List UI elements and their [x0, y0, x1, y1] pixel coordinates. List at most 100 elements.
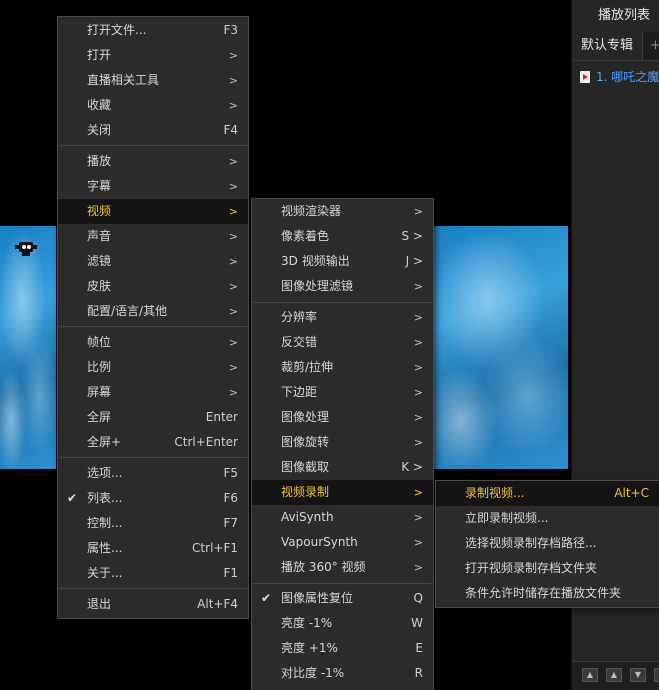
up-arrow-icon[interactable]: ▲	[606, 668, 622, 682]
video-menu-item-14[interactable]: 播放 360° 视频 >	[252, 555, 433, 580]
video-menu-item-11[interactable]: 视频录制 >	[252, 480, 433, 505]
checkmark-icon: ✔	[67, 491, 78, 505]
main-menu-item-11[interactable]: 配置/语言/其他 >	[58, 299, 248, 324]
add-tab-button[interactable]: +	[650, 32, 659, 60]
video-menu-item-9[interactable]: 图像旋转 >	[252, 430, 433, 455]
video-menu-item-15[interactable]: ✔ 图像属性复位 Q	[252, 586, 433, 611]
video-menu-item-label: 分辨率	[281, 310, 318, 324]
record-menu-item-1[interactable]: 立即录制视频...	[436, 506, 659, 531]
main-menu-item-16[interactable]: 全屏+ Ctrl+Enter	[58, 430, 248, 455]
video-menu-item-1[interactable]: 像素着色 S >	[252, 224, 433, 249]
playlist-item-label: 1. 哪吒之魔	[596, 70, 659, 84]
video-menu-item-16[interactable]: 亮度 -1% W	[252, 611, 433, 636]
main-menu-item-0[interactable]: 打开文件... F3	[58, 18, 248, 43]
top-arrow-icon[interactable]: ▲	[582, 668, 598, 682]
record-menu-item-2[interactable]: 选择视频录制存档路径...	[436, 531, 659, 556]
main-menu-item-17[interactable]: 选项... F5	[58, 461, 248, 486]
main-context-menu: 打开文件... F3 打开 > 直播相关工具 > 收藏 > 关闭 F4 播放 > 字幕 > 视频 > 声音 > 滤镜…	[57, 16, 249, 619]
main-menu-item-label: 关于...	[87, 566, 123, 580]
main-menu-item-14[interactable]: 屏幕 >	[58, 380, 248, 405]
video-menu-item-shortcut: S >	[401, 229, 424, 243]
submenu-arrow-icon: >	[228, 205, 238, 218]
video-menu-item-17[interactable]: 亮度 +1% E	[252, 636, 433, 661]
down-arrow-icon[interactable]: ▼	[630, 668, 646, 682]
playlist-tabs: 默认专辑 +	[572, 32, 659, 61]
main-menu-item-12[interactable]: 帧位 >	[58, 330, 248, 355]
video-menu-item-shortcut: R	[414, 666, 423, 680]
playlist-item[interactable]: 1. 哪吒之魔	[580, 68, 659, 85]
video-menu-item-18[interactable]: 对比度 -1% R	[252, 661, 433, 686]
main-menu-item-1[interactable]: 打开 >	[58, 43, 248, 68]
video-menu-item-label: AviSynth	[281, 510, 334, 524]
record-menu-item-0[interactable]: 录制视频... Alt+C	[436, 481, 659, 506]
main-menu-item-label: 皮肤	[87, 279, 112, 293]
main-menu-item-19[interactable]: 控制... F7	[58, 511, 248, 536]
video-menu-item-label: 对比度 -1%	[281, 666, 345, 680]
main-menu-item-18[interactable]: ✔ 列表... F6	[58, 486, 248, 511]
video-menu-item-label: 图像旋转	[281, 435, 330, 449]
bottom-arrow-icon[interactable]: ▼	[654, 668, 659, 682]
main-menu-item-4[interactable]: 关闭 F4	[58, 118, 248, 143]
main-menu-item-label: 属性...	[87, 541, 123, 555]
main-menu-item-7[interactable]: 视频 >	[58, 199, 248, 224]
main-menu-item-13[interactable]: 比例 >	[58, 355, 248, 380]
video-menu-item-label: 视频渲染器	[281, 204, 342, 218]
menu-separator	[58, 326, 248, 327]
main-menu-item-6[interactable]: 字幕 >	[58, 174, 248, 199]
main-menu-item-3[interactable]: 收藏 >	[58, 93, 248, 118]
submenu-arrow-icon: >	[413, 361, 423, 374]
video-menu-item-4[interactable]: 分辨率 >	[252, 305, 433, 330]
record-menu-item-label: 立即录制视频...	[465, 511, 549, 525]
main-menu-item-5[interactable]: 播放 >	[58, 149, 248, 174]
main-menu-item-22[interactable]: 退出 Alt+F4	[58, 592, 248, 617]
submenu-arrow-icon: >	[413, 561, 423, 574]
main-menu-item-10[interactable]: 皮肤 >	[58, 274, 248, 299]
video-menu-item-shortcut: E	[415, 641, 423, 655]
main-menu-item-label: 打开文件...	[87, 23, 147, 37]
video-record-submenu: 录制视频... Alt+C 立即录制视频... 选择视频录制存档路径... 打开视频录制…	[435, 480, 659, 608]
robot-icon	[15, 242, 37, 256]
playlist-footer: ▲ ▲ ▼ ▼	[572, 661, 659, 690]
video-menu-item-5[interactable]: 反交错 >	[252, 330, 433, 355]
main-menu-item-15[interactable]: 全屏 Enter	[58, 405, 248, 430]
video-menu-item-12[interactable]: AviSynth >	[252, 505, 433, 530]
main-menu-item-label: 直播相关工具	[87, 73, 160, 87]
record-menu-item-4[interactable]: 条件允许时储存在播放文件夹	[436, 581, 659, 606]
submenu-arrow-icon: >	[228, 155, 238, 168]
main-menu-item-shortcut: F6	[223, 491, 238, 505]
video-frame-left	[0, 226, 56, 469]
video-submenu: 视频渲染器 > 像素着色 S >3D 视频输出 J > 图像处理滤镜 > 分辨率 > 反交错 > 裁剪…	[251, 198, 434, 690]
submenu-arrow-icon: >	[413, 386, 423, 399]
main-menu-item-shortcut: Alt+F4	[197, 597, 238, 611]
main-menu-item-label: 播放	[87, 154, 112, 168]
video-menu-item-10[interactable]: 图像截取 K >	[252, 455, 433, 480]
video-menu-item-0[interactable]: 视频渲染器 >	[252, 199, 433, 224]
menu-separator	[252, 302, 433, 303]
main-menu-item-2[interactable]: 直播相关工具 >	[58, 68, 248, 93]
main-menu-item-21[interactable]: 关于... F1	[58, 561, 248, 586]
submenu-arrow-icon: >	[413, 486, 423, 499]
record-menu-item-shortcut: Alt+C	[614, 486, 649, 500]
tab-default-album[interactable]: 默认专辑	[572, 32, 643, 60]
submenu-arrow-icon: >	[228, 305, 238, 318]
main-menu-item-8[interactable]: 声音 >	[58, 224, 248, 249]
main-menu-item-label: 关闭	[87, 123, 112, 137]
video-menu-item-3[interactable]: 图像处理滤镜 >	[252, 274, 433, 299]
record-menu-item-label: 条件允许时储存在播放文件夹	[465, 586, 622, 600]
menu-separator	[58, 588, 248, 589]
main-menu-item-shortcut: Ctrl+Enter	[174, 435, 238, 449]
video-menu-item-7[interactable]: 下边距 >	[252, 380, 433, 405]
main-menu-item-label: 配置/语言/其他	[87, 304, 168, 318]
submenu-arrow-icon: >	[228, 180, 238, 193]
record-menu-item-3[interactable]: 打开视频录制存档文件夹	[436, 556, 659, 581]
main-menu-item-9[interactable]: 滤镜 >	[58, 249, 248, 274]
main-menu-item-shortcut: F3	[223, 23, 238, 37]
main-menu-item-20[interactable]: 属性... Ctrl+F1	[58, 536, 248, 561]
video-menu-item-8[interactable]: 图像处理 >	[252, 405, 433, 430]
submenu-arrow-icon: >	[228, 49, 238, 62]
video-menu-item-2[interactable]: 3D 视频输出 J >	[252, 249, 433, 274]
menu-separator	[58, 145, 248, 146]
video-menu-item-6[interactable]: 裁剪/拉伸 >	[252, 355, 433, 380]
video-menu-item-label: 视频录制	[281, 485, 330, 499]
video-menu-item-13[interactable]: VapourSynth >	[252, 530, 433, 555]
